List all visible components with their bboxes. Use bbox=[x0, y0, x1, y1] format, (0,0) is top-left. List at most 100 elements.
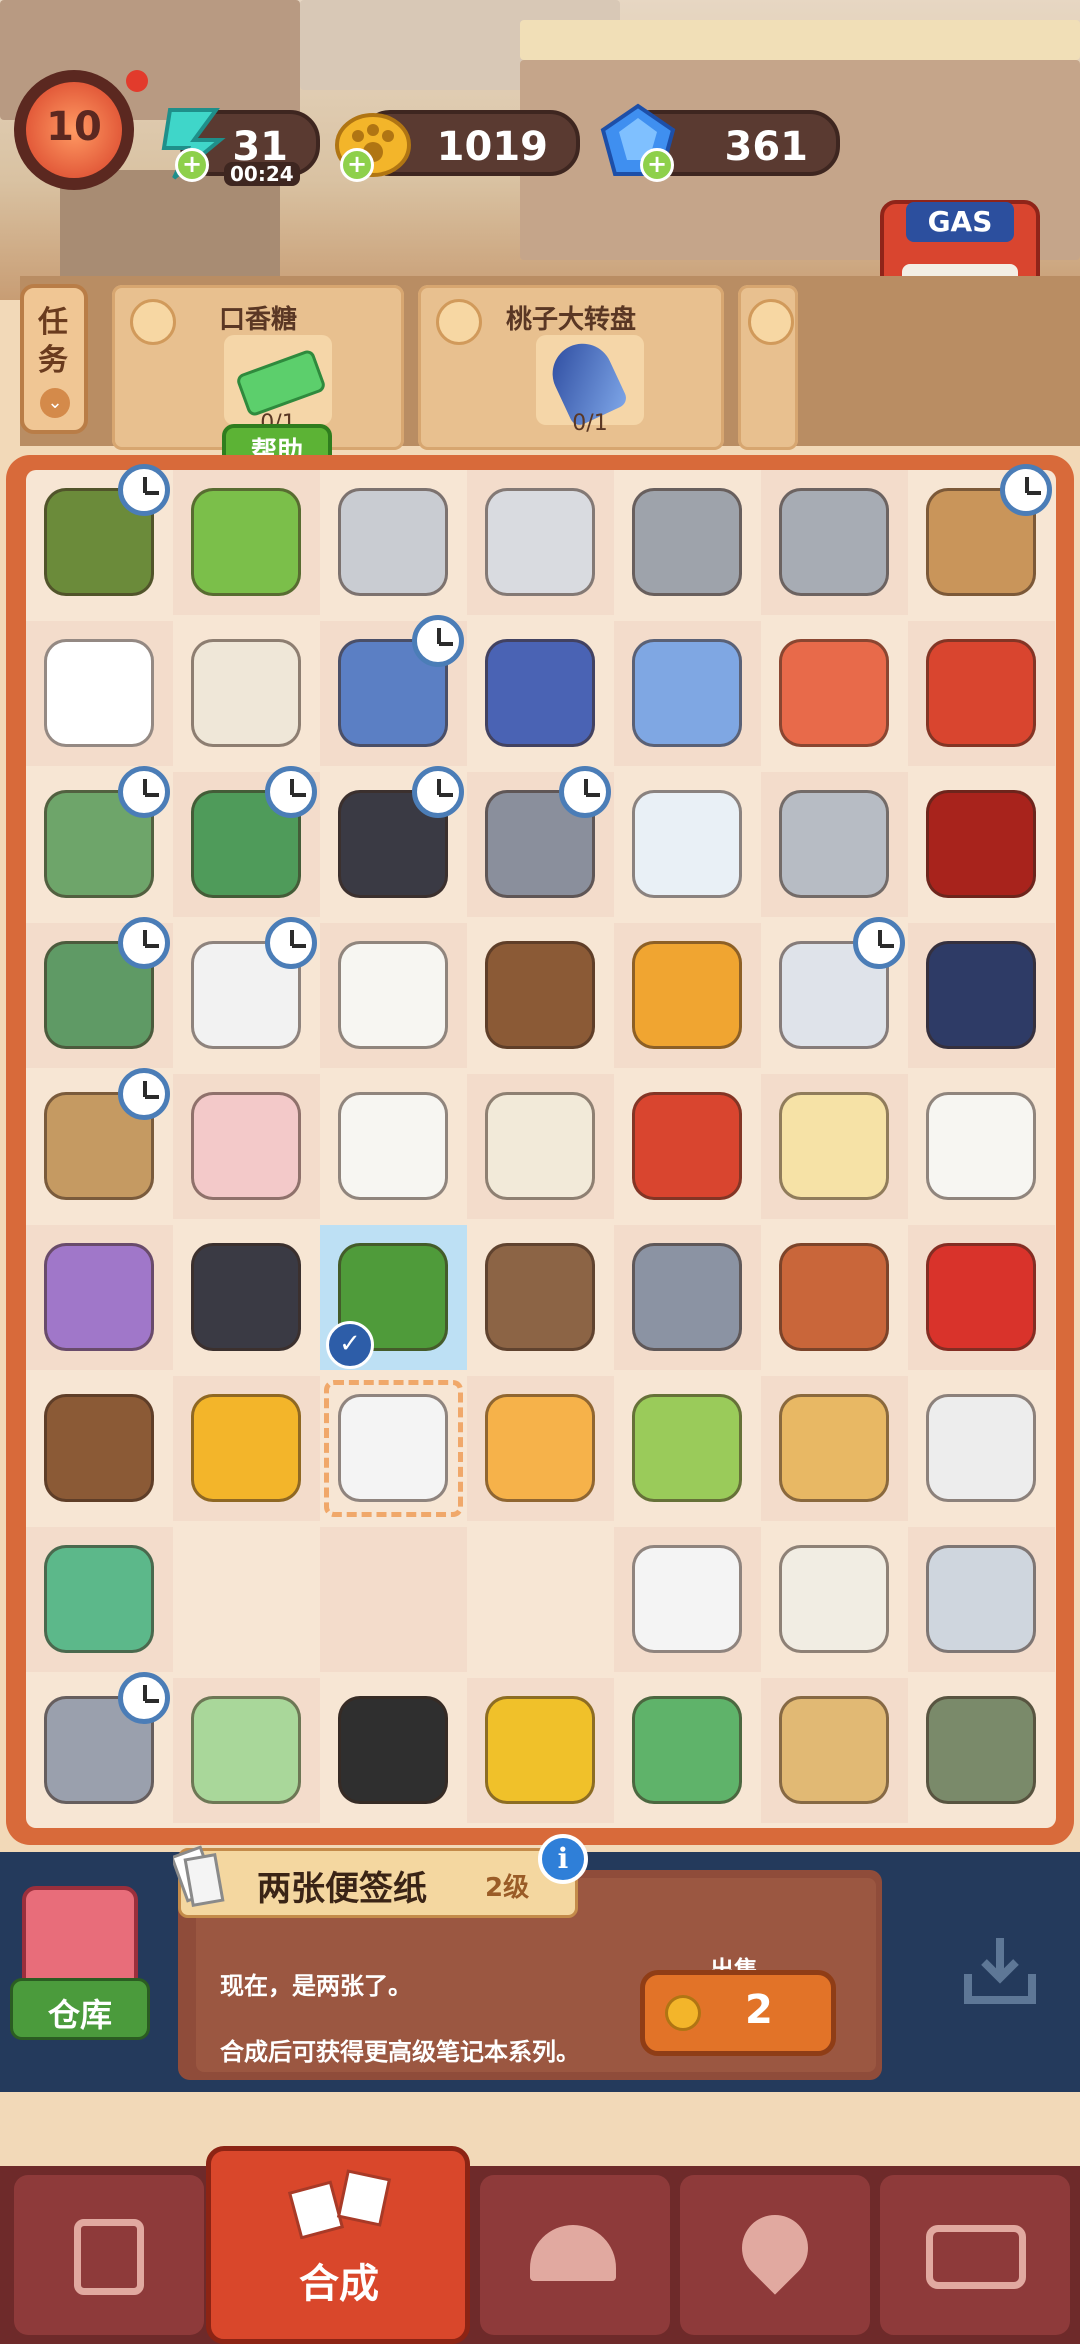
steel-sheets-icon bbox=[485, 488, 595, 596]
board-cell[interactable] bbox=[173, 470, 320, 615]
task-title: 口香糖 bbox=[218, 305, 297, 335]
calendar-icon bbox=[191, 639, 301, 747]
board-cell[interactable] bbox=[26, 464, 173, 615]
board-cell[interactable] bbox=[908, 1074, 1055, 1219]
timer-icon bbox=[559, 766, 611, 818]
board-cell[interactable] bbox=[173, 917, 320, 1068]
board-cell[interactable] bbox=[26, 1376, 173, 1521]
board-cell[interactable] bbox=[320, 615, 467, 766]
nav-map[interactable] bbox=[680, 2175, 870, 2335]
board-cell[interactable] bbox=[614, 772, 761, 917]
timer-icon bbox=[412, 615, 464, 667]
board-cell[interactable] bbox=[761, 621, 908, 766]
sugar-cubes-icon bbox=[926, 1092, 1036, 1200]
board-cell[interactable] bbox=[761, 1527, 908, 1672]
board-cell[interactable] bbox=[908, 464, 1055, 615]
board-cell[interactable] bbox=[26, 917, 173, 1068]
boiled-egg-icon bbox=[485, 1394, 595, 1502]
board-cell[interactable] bbox=[614, 1376, 761, 1521]
board-cell[interactable] bbox=[614, 470, 761, 615]
board-cell[interactable] bbox=[467, 923, 614, 1068]
board-cell[interactable]: ✓ bbox=[320, 1225, 467, 1370]
board-cell[interactable] bbox=[761, 772, 908, 917]
board-cell[interactable] bbox=[614, 621, 761, 766]
board-cell[interactable] bbox=[320, 1376, 467, 1521]
board-cell[interactable] bbox=[908, 621, 1055, 766]
sprout-icon bbox=[191, 488, 301, 596]
board-cell[interactable] bbox=[614, 923, 761, 1068]
board-cell[interactable] bbox=[26, 1527, 173, 1672]
board-cell[interactable] bbox=[908, 1376, 1055, 1521]
board-cell[interactable] bbox=[467, 1376, 614, 1521]
board-cell[interactable] bbox=[173, 1225, 320, 1370]
board-cell[interactable] bbox=[761, 1074, 908, 1219]
board-cell[interactable] bbox=[320, 470, 467, 615]
coin-value: 1019 bbox=[436, 124, 548, 170]
board-cell[interactable] bbox=[173, 621, 320, 766]
board-cell[interactable] bbox=[173, 1376, 320, 1521]
info-icon[interactable]: i bbox=[538, 1834, 588, 1884]
board-cell[interactable] bbox=[908, 923, 1055, 1068]
board-cell[interactable] bbox=[26, 766, 173, 917]
board-cell[interactable] bbox=[26, 1068, 173, 1219]
selection-frame bbox=[324, 1380, 463, 1517]
board-cell[interactable] bbox=[908, 772, 1055, 917]
board-cell[interactable] bbox=[26, 1672, 173, 1823]
storage-button[interactable]: 仓库 bbox=[10, 1886, 150, 2046]
task-card[interactable]: 桃子大转盘 0/1 bbox=[418, 285, 724, 450]
board-cell[interactable] bbox=[761, 1225, 908, 1370]
add-gems-button[interactable]: + bbox=[640, 148, 674, 182]
board-cell[interactable] bbox=[173, 1074, 320, 1219]
task-title: 桃子大转盘 bbox=[505, 305, 636, 335]
chili-jar-icon bbox=[926, 639, 1036, 747]
empty-cell[interactable] bbox=[320, 1527, 467, 1672]
board-cell[interactable] bbox=[26, 1225, 173, 1370]
board-cell[interactable] bbox=[614, 1527, 761, 1672]
board-cell[interactable] bbox=[26, 621, 173, 766]
tape-measure-icon bbox=[44, 1545, 154, 1653]
add-energy-button[interactable]: + bbox=[175, 148, 209, 182]
board-cell[interactable] bbox=[614, 1225, 761, 1370]
board-cell[interactable] bbox=[320, 923, 467, 1068]
oil-bottle-icon bbox=[632, 941, 742, 1049]
board-cell[interactable] bbox=[614, 1074, 761, 1219]
add-coins-button[interactable]: + bbox=[340, 148, 374, 182]
board-cell[interactable] bbox=[761, 917, 908, 1068]
board-cell[interactable] bbox=[467, 621, 614, 766]
board-cell[interactable] bbox=[173, 766, 320, 917]
board-cell[interactable] bbox=[908, 1678, 1055, 1823]
board-cell[interactable] bbox=[761, 1376, 908, 1521]
board-cell[interactable] bbox=[908, 1527, 1055, 1672]
rope-icon bbox=[485, 1243, 595, 1351]
task-card[interactable] bbox=[738, 285, 798, 450]
nav-bus[interactable] bbox=[880, 2175, 1070, 2335]
nav-restaurant[interactable] bbox=[480, 2175, 670, 2335]
level-badge[interactable]: 10 bbox=[14, 70, 148, 190]
chili-oil-icon bbox=[926, 790, 1036, 898]
nav-shop[interactable] bbox=[14, 2175, 204, 2335]
timer-icon bbox=[265, 917, 317, 969]
board-cell[interactable] bbox=[467, 766, 614, 917]
board-cell[interactable] bbox=[320, 1678, 467, 1823]
board-cell[interactable] bbox=[467, 470, 614, 615]
coffee-bag-icon bbox=[779, 1696, 889, 1804]
board-cell[interactable] bbox=[761, 470, 908, 615]
collect-icon[interactable] bbox=[958, 1930, 1042, 2014]
board-cell[interactable] bbox=[320, 1074, 467, 1219]
empty-cell[interactable] bbox=[467, 1527, 614, 1672]
sauce-bottles-icon bbox=[632, 790, 742, 898]
nav-merge[interactable]: 合成 bbox=[206, 2146, 470, 2344]
board-cell[interactable] bbox=[908, 1225, 1055, 1370]
board-cell[interactable] bbox=[467, 1225, 614, 1370]
gas-label: GAS bbox=[906, 202, 1014, 242]
board-cell[interactable] bbox=[320, 766, 467, 917]
empty-cell[interactable] bbox=[173, 1527, 320, 1672]
board-cell[interactable] bbox=[173, 1678, 320, 1823]
board-cell[interactable] bbox=[467, 1074, 614, 1219]
board-cell[interactable] bbox=[761, 1678, 908, 1823]
service-bell-icon bbox=[530, 2225, 616, 2281]
board-cell[interactable] bbox=[467, 1678, 614, 1823]
board-cell[interactable] bbox=[614, 1678, 761, 1823]
sell-button[interactable]: 2 bbox=[640, 1970, 836, 2056]
tasks-tab[interactable]: 任务 ⌄ bbox=[20, 284, 88, 434]
